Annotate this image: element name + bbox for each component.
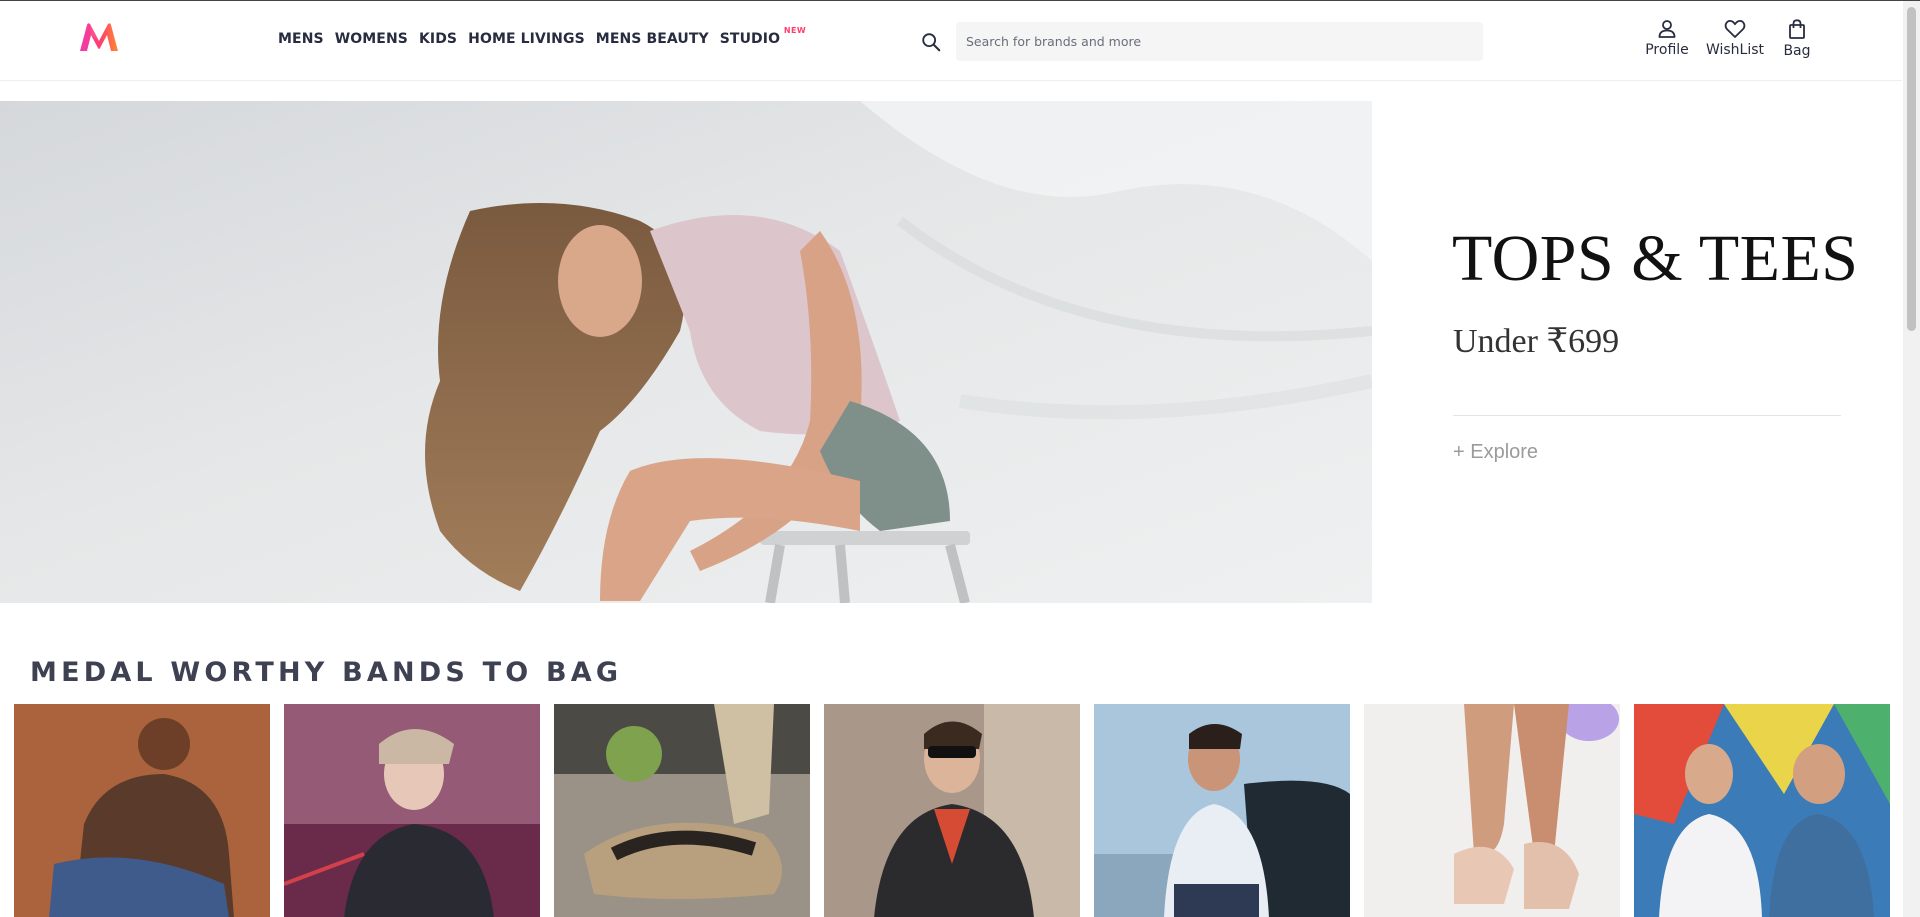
page-scrollbar[interactable] [1903,1,1920,917]
heart-icon [1724,19,1746,38]
hero-banner[interactable]: TOPS & TEES Under ₹699 + Explore [0,101,1902,603]
brand-card[interactable] [1094,704,1350,917]
header: MENS WOMENS KIDS HOME LIVINGS MENS BEAUT… [0,1,1902,81]
profile-icon [1658,20,1676,38]
brand-carousel [14,704,1904,917]
banner-divider [1453,415,1841,416]
page: MENS WOMENS KIDS HOME LIVINGS MENS BEAUT… [0,0,1920,917]
wishlist-label: WishList [1705,42,1765,58]
brand-card[interactable] [1364,704,1620,917]
profile-label: Profile [1645,42,1689,58]
brand-card[interactable] [1634,704,1890,917]
wishlist-button[interactable]: WishList [1704,19,1766,58]
bag-button[interactable]: Bag [1780,19,1814,59]
banner-subtitle: Under ₹699 [1453,323,1620,360]
bag-label: Bag [1783,43,1811,59]
brand-card[interactable] [14,704,270,917]
section-title: MEDAL WORTHY BANDS TO BAG [30,657,623,688]
brand-card[interactable] [284,704,540,917]
scrollbar-thumb[interactable] [1907,7,1916,331]
header-actions: Profile WishList Bag [0,19,1902,65]
bag-icon [1789,19,1805,39]
brand-card[interactable] [554,704,810,917]
explore-link[interactable]: + Explore [1453,441,1538,464]
profile-button[interactable]: Profile [1642,19,1692,58]
banner-photo [0,101,1372,603]
brand-card[interactable] [824,704,1080,917]
banner-title: TOPS & TEES [1452,222,1859,295]
banner-text-panel: TOPS & TEES Under ₹699 + Explore [1372,101,1902,603]
